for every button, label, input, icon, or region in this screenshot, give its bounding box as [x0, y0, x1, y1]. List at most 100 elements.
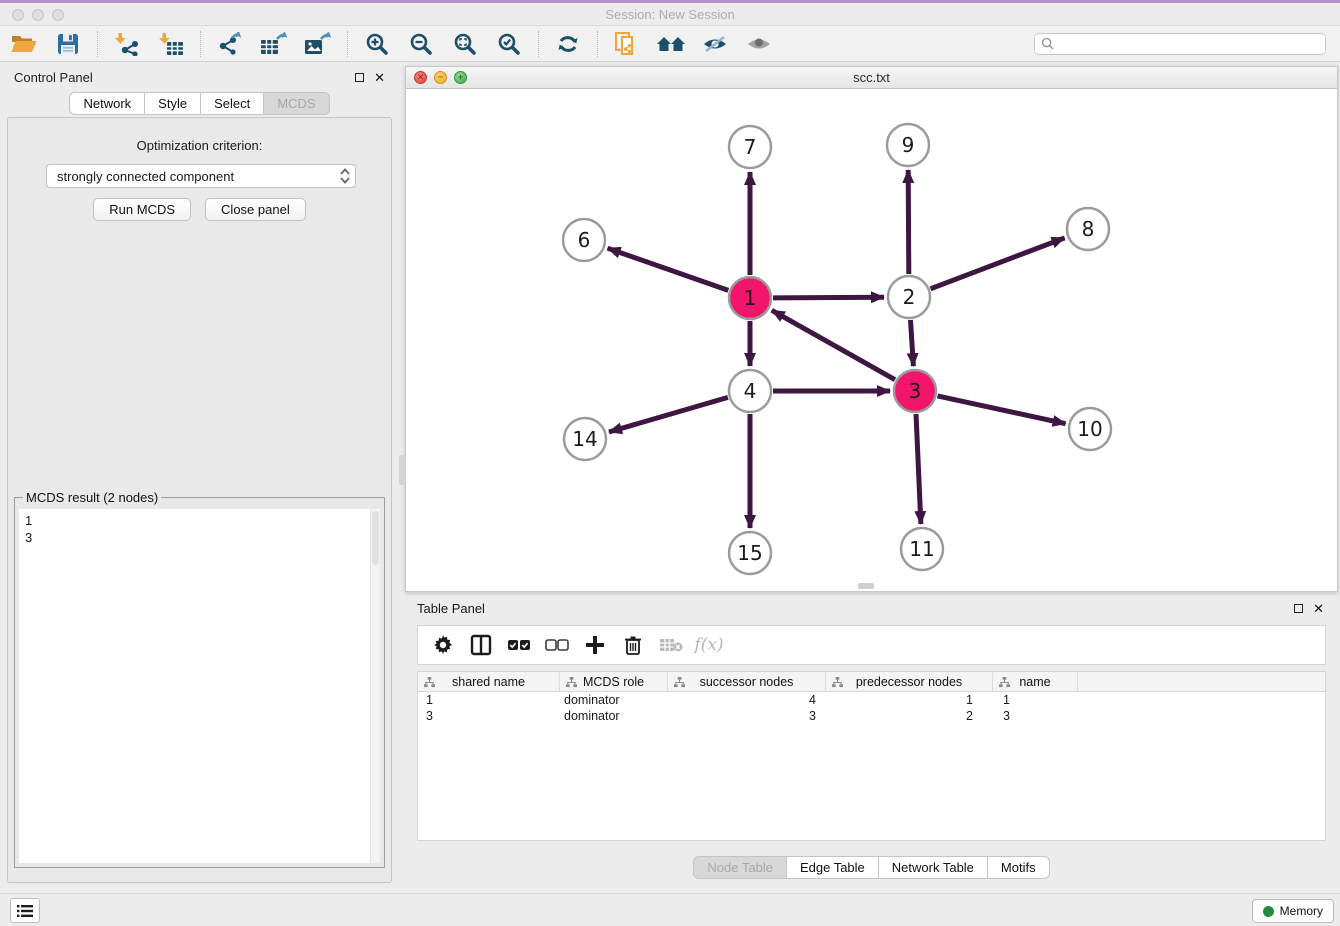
edge-2-8[interactable]: [931, 238, 1065, 289]
node-14[interactable]: 14: [564, 418, 606, 460]
edge-3-1[interactable]: [772, 310, 895, 379]
open-session-button[interactable]: [2, 28, 46, 60]
tab-select[interactable]: Select: [200, 92, 264, 115]
table-tab-motifs[interactable]: Motifs: [987, 856, 1050, 879]
node-3[interactable]: 3: [894, 370, 936, 412]
task-history-button[interactable]: [10, 898, 40, 923]
new-network-from-selection-button[interactable]: [605, 28, 649, 60]
svg-text:10: 10: [1077, 417, 1102, 441]
table-cell[interactable]: 4: [668, 692, 826, 708]
node-9[interactable]: 9: [887, 124, 929, 166]
apply-function-button[interactable]: f(x): [692, 629, 726, 661]
node-8[interactable]: 8: [1067, 208, 1109, 250]
app-maximize-button[interactable]: [52, 9, 64, 21]
delete-table-button[interactable]: [654, 629, 688, 661]
zoom-fit-button[interactable]: [443, 28, 487, 60]
node-4[interactable]: 4: [729, 370, 771, 412]
delete-column-button[interactable]: [616, 629, 650, 661]
network-window-titlebar[interactable]: ✕ − + scc.txt: [406, 67, 1337, 89]
app-title: Session: New Session: [0, 3, 1340, 26]
show-all-button[interactable]: [737, 28, 781, 60]
export-image-icon: [304, 32, 332, 56]
control-panel-float-button[interactable]: [355, 70, 364, 85]
tab-style[interactable]: Style: [144, 92, 201, 115]
column-header-shared-name[interactable]: shared name: [418, 672, 560, 691]
table-cell[interactable]: dominator: [560, 708, 668, 724]
node-7[interactable]: 7: [729, 126, 771, 168]
network-maximize-button[interactable]: +: [454, 71, 467, 84]
table-tab-edge-table[interactable]: Edge Table: [786, 856, 879, 879]
node-2[interactable]: 2: [888, 276, 930, 318]
refresh-layout-button[interactable]: [546, 28, 590, 60]
table-cell[interactable]: 3: [418, 708, 560, 724]
export-table-button[interactable]: [252, 28, 296, 60]
zoom-out-button[interactable]: [399, 28, 443, 60]
edge-4-14[interactable]: [609, 397, 728, 432]
select-all-rows-button[interactable]: [502, 629, 536, 661]
node-11[interactable]: 11: [901, 528, 943, 570]
memory-button[interactable]: Memory: [1252, 899, 1334, 923]
close-panel-button[interactable]: Close panel: [205, 198, 306, 221]
control-panel-close-button[interactable]: ✕: [374, 71, 385, 84]
add-column-button[interactable]: [578, 629, 612, 661]
table-panel-close-button[interactable]: ✕: [1313, 602, 1324, 615]
hide-selected-button[interactable]: [693, 28, 737, 60]
import-table-button[interactable]: [149, 28, 193, 60]
column-header-name[interactable]: name: [993, 672, 1078, 691]
table-settings-button[interactable]: [426, 629, 460, 661]
table-cell[interactable]: 3: [668, 708, 826, 724]
refresh-layout-icon: [556, 32, 580, 56]
table-cell[interactable]: 1: [418, 692, 560, 708]
table-panel-float-button[interactable]: [1294, 601, 1303, 616]
edge-1-2[interactable]: [773, 297, 884, 298]
run-mcds-button[interactable]: Run MCDS: [93, 198, 191, 221]
search-box[interactable]: [1034, 33, 1326, 55]
optimization-criterion-select[interactable]: strongly connected component: [46, 164, 356, 188]
network-close-button[interactable]: ✕: [414, 71, 427, 84]
tab-mcds[interactable]: MCDS: [263, 92, 329, 115]
deselect-all-rows-button[interactable]: [540, 629, 574, 661]
table-cell[interactable]: 3: [993, 708, 1078, 724]
edge-3-11[interactable]: [916, 414, 921, 524]
pane-resize-grip[interactable]: [858, 583, 874, 589]
app-close-button[interactable]: [12, 9, 24, 21]
table-tab-node-table[interactable]: Node Table: [693, 856, 787, 879]
split-divider-grip[interactable]: [399, 455, 404, 485]
node-10[interactable]: 10: [1069, 408, 1111, 450]
new-network-from-selection-icon: [614, 31, 640, 57]
export-network-button[interactable]: [208, 28, 252, 60]
node-6[interactable]: 6: [563, 219, 605, 261]
first-neighbors-button[interactable]: [649, 28, 693, 60]
zoom-selected-button[interactable]: [487, 28, 531, 60]
result-scrollbar-thumb[interactable]: [372, 511, 379, 565]
table-tab-network-table[interactable]: Network Table: [878, 856, 988, 879]
show-columns-button[interactable]: [464, 629, 498, 661]
edge-2-9[interactable]: [908, 170, 909, 274]
network-canvas[interactable]: 7 9 6 8 1 2 4 3 14 10 15 11: [406, 90, 1337, 591]
table-row[interactable]: 1dominator411: [418, 692, 1325, 708]
column-header-mcds-role[interactable]: MCDS role: [560, 672, 668, 691]
table-cell[interactable]: 1: [993, 692, 1078, 708]
result-scrollbar[interactable]: [370, 509, 380, 863]
network-minimize-button[interactable]: −: [434, 71, 447, 84]
export-image-button[interactable]: [296, 28, 340, 60]
table-row[interactable]: 3dominator323: [418, 708, 1325, 724]
zoom-in-button[interactable]: [355, 28, 399, 60]
edge-2-3[interactable]: [911, 320, 914, 366]
column-header-successor-nodes[interactable]: successor nodes: [668, 672, 826, 691]
attribute-tree-icon: [566, 677, 577, 688]
edge-1-6[interactable]: [608, 248, 729, 290]
node-1[interactable]: 1: [729, 277, 771, 319]
search-input[interactable]: [1059, 36, 1319, 52]
save-session-button[interactable]: [46, 28, 90, 60]
app-minimize-button[interactable]: [32, 9, 44, 21]
node-15[interactable]: 15: [729, 532, 771, 574]
tab-network[interactable]: Network: [69, 92, 145, 115]
table-cell[interactable]: 1: [826, 692, 993, 708]
column-header-predecessor-nodes[interactable]: predecessor nodes: [826, 672, 993, 691]
table-cell[interactable]: dominator: [560, 692, 668, 708]
table-cell[interactable]: 2: [826, 708, 993, 724]
import-network-button[interactable]: [105, 28, 149, 60]
mcds-result-area[interactable]: 13: [19, 509, 380, 863]
edge-3-10[interactable]: [938, 396, 1066, 424]
